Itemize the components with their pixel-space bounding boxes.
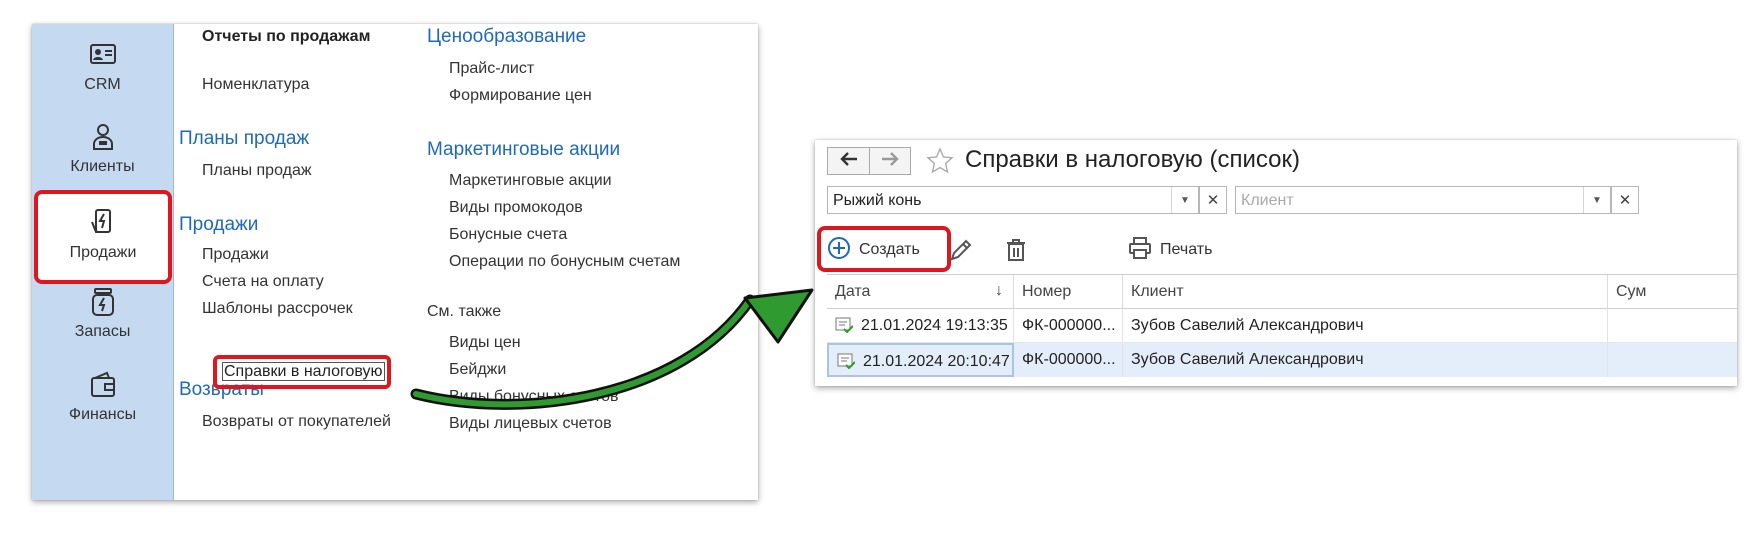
printer-icon: [1128, 236, 1152, 264]
back-button[interactable]: [827, 147, 869, 175]
dropdown-arrow-icon[interactable]: ▼: [1583, 187, 1610, 213]
menu-marketing-promos[interactable]: Маркетинговые акции: [449, 172, 612, 190]
sort-down-arrow-icon: ↓: [995, 282, 1003, 299]
section-label: Продажи: [69, 244, 137, 261]
column-header-date[interactable]: Дата ↓: [827, 275, 1014, 309]
menu-sales[interactable]: Продажи: [202, 246, 269, 264]
inventory-jar-icon: [32, 287, 173, 319]
menu-price-formation[interactable]: Формирование цен: [449, 87, 592, 105]
menu-sales-plans[interactable]: Планы продаж: [202, 162, 312, 180]
client-clear-button[interactable]: ✕: [1611, 186, 1639, 214]
organization-filter-value: Рыжий конь: [833, 192, 922, 209]
create-label: Создать: [859, 241, 920, 258]
section-label: Запасы: [74, 323, 131, 340]
column-header-label: Номер: [1022, 283, 1072, 300]
create-button[interactable]: Создать: [827, 236, 920, 264]
posted-document-icon: [837, 353, 856, 374]
column-header-label: Сум: [1616, 283, 1647, 300]
cell-date: 21.01.2024 20:10:47: [827, 343, 1014, 377]
menu-group-pricing: Ценообразование: [427, 26, 587, 47]
tax-certificates-list-window: Справки в налоговую (список) Рыжий конь …: [815, 140, 1737, 386]
sales-card-icon: [38, 208, 168, 240]
menu-sales-reports[interactable]: Отчеты по продажам: [202, 28, 370, 46]
menu-see-also-heading: См. также: [427, 303, 502, 320]
menu-price-types[interactable]: Виды цен: [449, 334, 521, 352]
favorite-star-icon[interactable]: [925, 146, 955, 180]
menu-nomenclature[interactable]: Номенклатура: [202, 76, 309, 94]
sales-section-panel: CRM Клиенты Продажи Запасы Финансы Отчет…: [32, 24, 758, 500]
menu-group-marketing: Маркетинговые акции: [427, 139, 621, 160]
close-icon: ✕: [1618, 192, 1632, 209]
cell-number: ФК-000000...: [1014, 309, 1123, 343]
plus-circle-icon: [827, 236, 851, 265]
menu-customer-returns[interactable]: Возвраты от покупателей: [202, 413, 391, 431]
cell-client: Зубов Савелий Александрович: [1123, 309, 1608, 343]
organization-filter[interactable]: Рыжий конь ▼: [827, 186, 1199, 214]
table-row[interactable]: 21.01.2024 19:13:35 ФК-000000... Зубов С…: [827, 309, 1737, 343]
column-header-sum[interactable]: Сум: [1608, 275, 1737, 309]
menu-group-sales: Продажи: [179, 214, 259, 235]
posted-document-icon: [835, 317, 854, 338]
client-filter-placeholder: Клиент: [1241, 192, 1294, 209]
menu-tax-certificates[interactable]: Справки в налоговую: [222, 362, 385, 381]
sections-sidebar: CRM Клиенты Продажи Запасы Финансы: [32, 24, 174, 500]
cell-sum: [1608, 309, 1737, 343]
id-card-icon: [32, 40, 173, 72]
date-value: 21.01.2024 19:13:35: [861, 317, 1008, 334]
person-icon: [32, 122, 173, 154]
cell-number: ФК-000000...: [1014, 343, 1123, 377]
menu-bonus-account-types[interactable]: Виды бонусных счетов: [449, 388, 618, 406]
menu-installment-templates[interactable]: Шаблоны рассрочек: [202, 300, 353, 318]
cell-date: 21.01.2024 19:13:35: [827, 309, 1014, 343]
forward-button[interactable]: [869, 147, 911, 175]
window-title: Справки в налоговую (список): [965, 146, 1300, 173]
menu-promo-code-types[interactable]: Виды промокодов: [449, 199, 583, 217]
arrow-right-icon: [881, 152, 899, 170]
edit-pencil-icon[interactable]: [949, 238, 973, 266]
delete-trash-icon[interactable]: [1005, 238, 1027, 266]
print-button[interactable]: Печать: [1128, 236, 1212, 264]
cell-client: Зубов Савелий Александрович: [1123, 343, 1608, 377]
section-crm[interactable]: CRM: [32, 40, 173, 130]
client-filter[interactable]: Клиент ▼: [1235, 186, 1611, 214]
column-header-client[interactable]: Клиент: [1123, 275, 1608, 309]
section-label: Клиенты: [70, 158, 135, 175]
print-label: Печать: [1160, 241, 1213, 258]
table-row-selected[interactable]: 21.01.2024 20:10:47 ФК-000000... Зубов С…: [827, 343, 1737, 377]
section-label: CRM: [84, 76, 121, 93]
menu-invoices[interactable]: Счета на оплату: [202, 273, 324, 291]
menu-group-sales-plans: Планы продаж: [179, 128, 310, 149]
arrow-left-icon: [839, 152, 858, 170]
menu-bonus-operations[interactable]: Операции по бонусным счетам: [449, 253, 680, 271]
menu-badges[interactable]: Бейджи: [449, 361, 506, 379]
column-header-label: Дата: [835, 283, 871, 300]
cell-sum: [1608, 343, 1737, 377]
date-value: 21.01.2024 20:10:47: [863, 353, 1010, 370]
section-sales[interactable]: Продажи: [34, 190, 172, 284]
section-inventory[interactable]: Запасы: [32, 287, 173, 377]
certificates-table: Дата ↓ Номер Клиент Сум 21.01.2024 19:13…: [827, 274, 1737, 386]
organization-clear-button[interactable]: ✕: [1199, 186, 1227, 214]
menu-personal-account-types[interactable]: Виды лицевых счетов: [449, 415, 612, 433]
close-icon: ✕: [1206, 192, 1220, 209]
column-header-label: Клиент: [1131, 283, 1184, 300]
dropdown-arrow-icon[interactable]: ▼: [1171, 187, 1198, 213]
section-label: Финансы: [68, 406, 137, 423]
section-finance[interactable]: Финансы: [32, 370, 173, 460]
menu-bonus-accounts[interactable]: Бонусные счета: [449, 226, 567, 244]
column-header-number[interactable]: Номер: [1014, 275, 1123, 309]
menu-price-list[interactable]: Прайс-лист: [449, 60, 534, 78]
wallet-icon: [32, 370, 173, 402]
